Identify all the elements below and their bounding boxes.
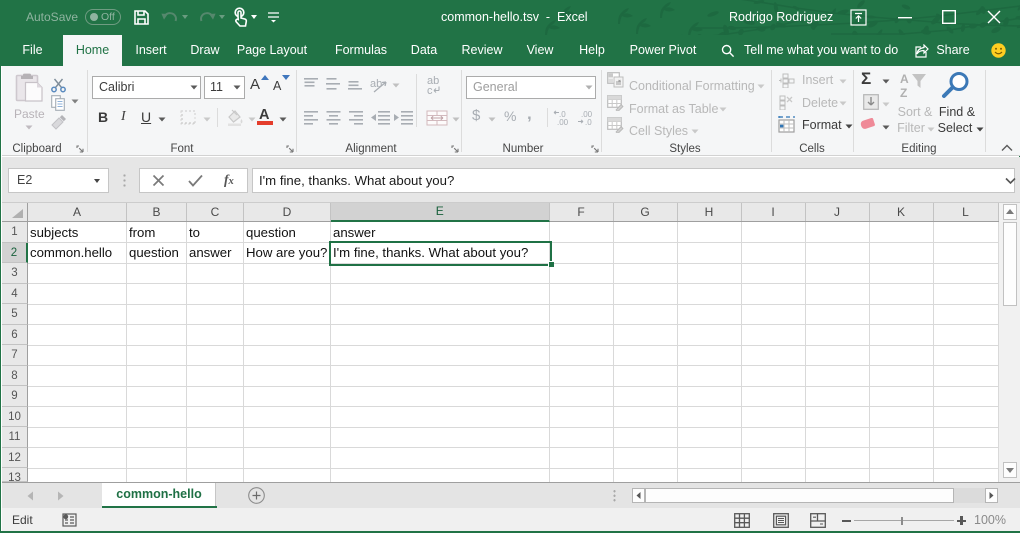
svg-text:c: c: [427, 85, 433, 95]
svg-text:.0: .0: [585, 118, 592, 126]
svg-text:Z: Z: [900, 86, 907, 99]
svg-text:.00: .00: [557, 118, 569, 126]
svg-text:A: A: [900, 72, 909, 86]
svg-text:ab: ab: [370, 78, 382, 90]
